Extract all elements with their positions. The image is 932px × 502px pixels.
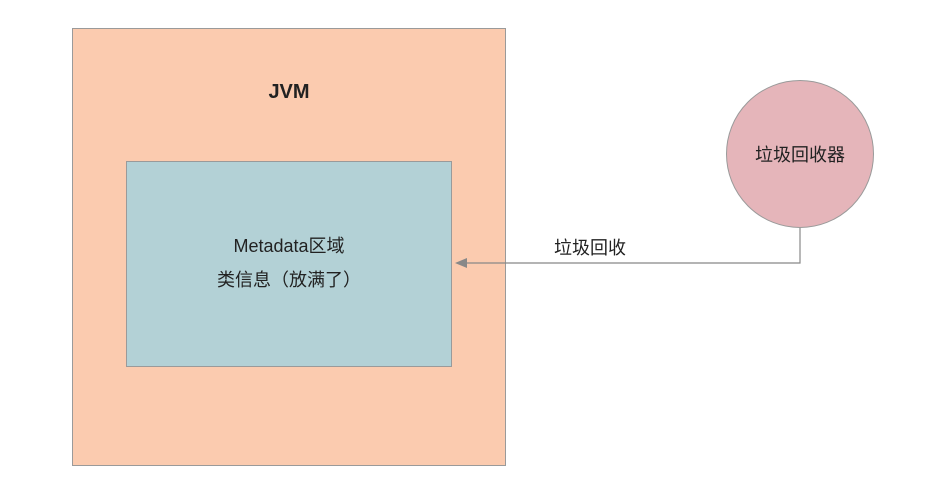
arrow-label: 垃圾回收 <box>554 234 626 260</box>
gc-circle: 垃圾回收器 <box>726 80 874 228</box>
jvm-box: JVM Metadata区域 类信息（放满了） <box>72 28 506 466</box>
metadata-line1: Metadata区域 <box>233 233 344 261</box>
gc-circle-label: 垃圾回收器 <box>755 141 845 167</box>
metadata-line2: 类信息（放满了） <box>217 267 361 295</box>
jvm-title: JVM <box>73 81 505 104</box>
metadata-box: Metadata区域 类信息（放满了） <box>126 161 452 367</box>
